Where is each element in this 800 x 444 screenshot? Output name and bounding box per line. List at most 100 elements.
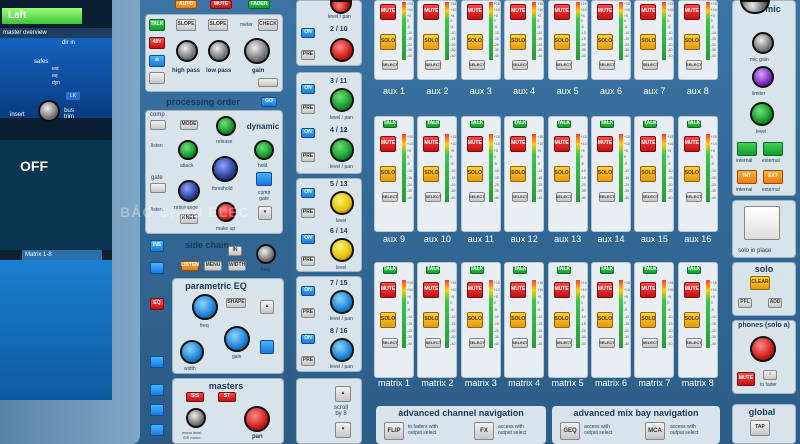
slope-button-1[interactable]: SLOPE [176, 19, 196, 31]
pre-button-5[interactable]: PRE [301, 208, 315, 218]
mode-button[interactable]: MODE [180, 120, 198, 130]
talk-button[interactable]: TALK [643, 120, 658, 128]
select-button[interactable]: SELECT [425, 60, 442, 70]
select-button[interactable]: SELECT [599, 192, 615, 202]
sc-listen-button[interactable]: LISTEN [181, 261, 199, 271]
knob-3-11[interactable] [330, 88, 354, 112]
mute-button[interactable]: MUTE [553, 136, 570, 152]
knob-2-10[interactable] [330, 38, 354, 62]
ratio-range-knob[interactable] [178, 180, 200, 202]
eq-button[interactable]: EQ [150, 298, 164, 310]
select-button[interactable]: SELECT [642, 338, 659, 348]
mute-top-button[interactable]: MUTE [210, 0, 232, 9]
sc-extra-button[interactable] [150, 262, 164, 274]
sc-in-button[interactable]: IN [228, 246, 242, 256]
bus-trim-knob[interactable] [38, 100, 60, 122]
pre-button-7[interactable]: PRE [301, 308, 315, 318]
mute-button[interactable]: MUTE [510, 4, 527, 20]
phones-knob[interactable] [750, 336, 776, 362]
pfl-button[interactable]: PFL [738, 298, 752, 308]
on-button-2[interactable]: ON [301, 28, 315, 38]
knob-8-16[interactable] [330, 338, 354, 362]
talk-button[interactable]: TALK [600, 266, 614, 274]
mute-button[interactable]: MUTE [640, 282, 657, 298]
select-button[interactable]: SELECT [599, 338, 615, 348]
lk-badge[interactable]: LK [66, 92, 80, 100]
select-button[interactable]: SELECT [685, 338, 702, 348]
pan-knob[interactable] [244, 406, 270, 432]
talk-button[interactable]: TALK [426, 120, 441, 128]
on-button-8[interactable]: ON [301, 334, 315, 344]
mono-level-knob[interactable] [186, 408, 206, 428]
check-button[interactable]: CHECK [258, 19, 278, 31]
master-extra-button[interactable] [150, 384, 164, 396]
input-button[interactable] [149, 72, 165, 84]
talk-button[interactable]: TALK [426, 266, 441, 274]
pre-button-8[interactable]: PRE [301, 356, 315, 366]
mute-button[interactable]: MUTE [380, 4, 396, 20]
select-button[interactable]: SELECT [555, 338, 572, 348]
solo-button[interactable]: SOLO [466, 34, 483, 50]
mute-button[interactable]: MUTE [597, 136, 613, 152]
select-button[interactable]: SELECT [468, 338, 485, 348]
talk-button[interactable]: TALK [556, 266, 571, 274]
solo-button[interactable]: SOLO [423, 312, 440, 328]
talk-button[interactable]: TALK [686, 120, 701, 128]
eq-band-button[interactable] [260, 340, 274, 354]
st-button[interactable]: ST [218, 392, 236, 402]
solo-button[interactable]: SOLO [683, 34, 700, 50]
solo-button[interactable]: SOLO [597, 166, 613, 182]
geq-button[interactable]: GEQ [560, 422, 580, 440]
select-button[interactable]: SELECT [382, 338, 398, 348]
knob-5-13[interactable] [330, 191, 354, 215]
knob-7-15[interactable] [330, 290, 354, 314]
phones-mute-button[interactable]: MUTE [737, 372, 755, 386]
solo-in-place-button[interactable] [744, 206, 780, 240]
on-button-7[interactable]: ON [301, 286, 315, 296]
mute-button[interactable]: MUTE [466, 4, 483, 20]
talk-button[interactable]: TALK [513, 120, 528, 128]
solo-button[interactable]: SOLO [423, 166, 440, 182]
solo-button[interactable]: SOLO [553, 312, 570, 328]
mute-button[interactable]: MUTE [510, 136, 527, 152]
master-extra-button-3[interactable] [150, 424, 164, 436]
screen-tab[interactable]: Left [2, 8, 82, 24]
gain-knob[interactable] [244, 38, 270, 64]
select-button[interactable]: SELECT [382, 60, 398, 70]
knob-6-14[interactable] [330, 238, 354, 262]
scroll-up-button[interactable]: ▴ [335, 386, 351, 402]
mute-button[interactable]: MUTE [683, 136, 700, 152]
mute-button[interactable]: MUTE [597, 282, 613, 298]
gate-button[interactable] [150, 183, 166, 193]
eq-freq-knob[interactable] [192, 294, 218, 320]
mute-button[interactable]: MUTE [380, 136, 396, 152]
pre-button-4[interactable]: PRE [301, 152, 315, 162]
high-pass-knob[interactable] [176, 40, 198, 62]
mute-button[interactable]: MUTE [553, 282, 570, 298]
knob-4-12[interactable] [330, 138, 354, 162]
mute-button[interactable]: MUTE [510, 282, 527, 298]
internal-talk-button[interactable] [737, 142, 757, 156]
on-button-5[interactable]: ON [301, 188, 315, 198]
dyn-down-button[interactable]: ▾ [258, 206, 272, 220]
talk-button[interactable]: TALK [149, 19, 165, 31]
to-fader-button[interactable]: ○ [763, 370, 777, 380]
select-button[interactable]: SELECT [468, 60, 485, 70]
solo-button[interactable]: SOLO [510, 166, 527, 182]
talk-button[interactable]: TALK [600, 120, 614, 128]
comp-gate-button[interactable] [256, 172, 272, 186]
scroll-down-button[interactable]: ▾ [335, 422, 351, 438]
mute-button[interactable]: MUTE [683, 282, 700, 298]
attack-knob[interactable] [178, 140, 198, 160]
eq-up-button[interactable]: ▴ [260, 300, 274, 314]
mute-button[interactable]: MUTE [640, 4, 657, 20]
auto-button[interactable]: AUTO [175, 0, 197, 9]
talk-button[interactable]: TALK [556, 120, 571, 128]
on-button-3[interactable]: ON [301, 84, 315, 94]
solo-button[interactable]: SOLO [423, 34, 440, 50]
mute-button[interactable]: MUTE [466, 136, 483, 152]
select-button[interactable]: SELECT [382, 192, 398, 202]
solo-button[interactable]: SOLO [640, 34, 657, 50]
48v-button[interactable]: 48V [149, 37, 165, 49]
sc-freq-knob[interactable] [256, 244, 276, 264]
